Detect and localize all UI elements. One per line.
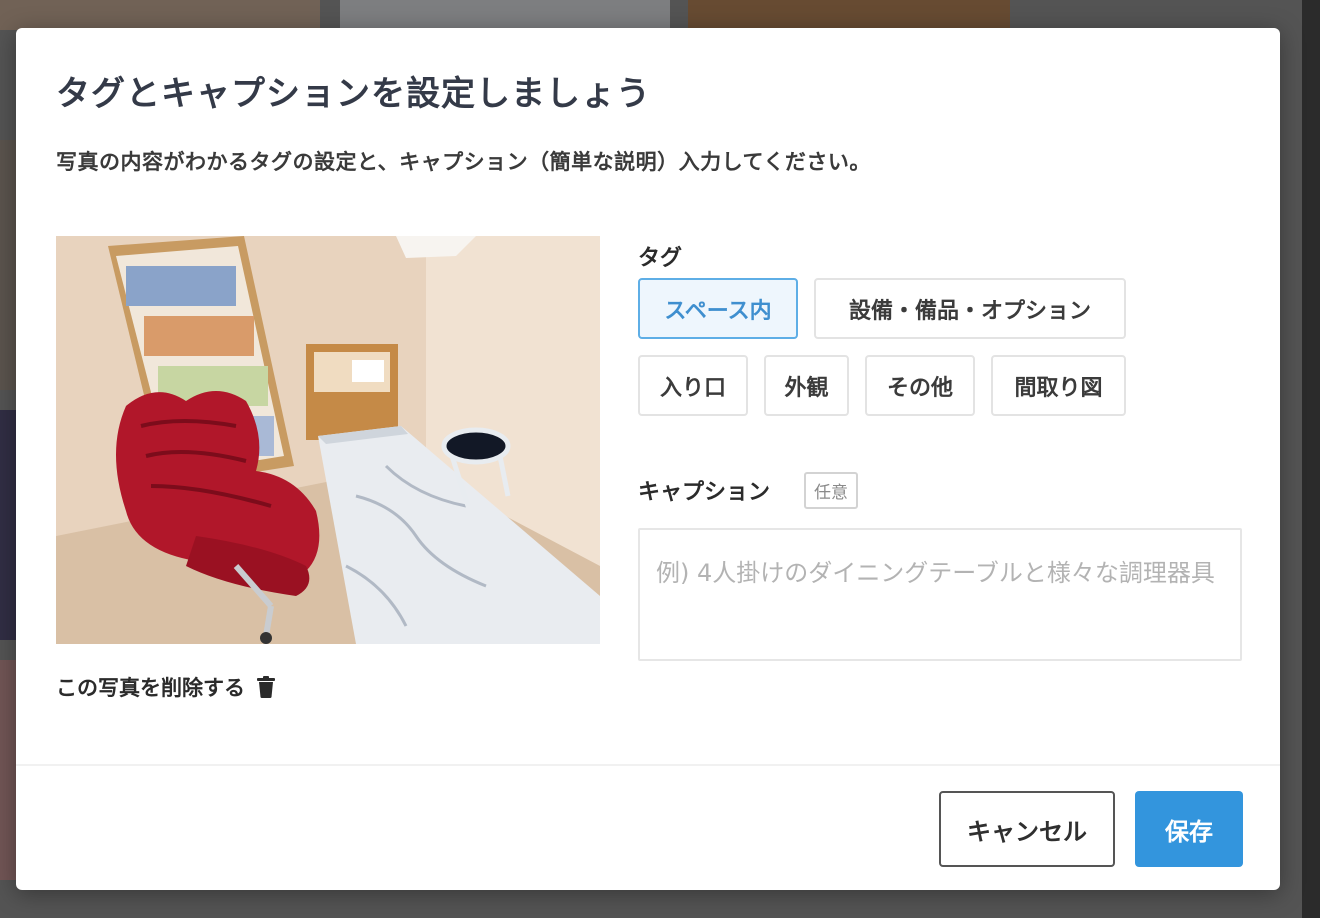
tag-row: スペース内 設備・備品・オプション — [638, 278, 1138, 339]
tag-group: スペース内 設備・備品・オプション 入り口 外観 その他 間取り図 — [638, 278, 1138, 432]
room-photo — [56, 236, 600, 644]
tag-caption-dialog: タグとキャプションを設定しましょう 写真の内容がわかるタグの設定と、キャプション… — [16, 28, 1280, 890]
room-photo-illustration — [56, 236, 600, 644]
tag-floor-plan[interactable]: 間取り図 — [991, 355, 1126, 416]
footer-divider — [16, 764, 1280, 766]
tag-inside-space[interactable]: スペース内 — [638, 278, 798, 339]
caption-input[interactable] — [638, 528, 1242, 661]
optional-badge: 任意 — [804, 472, 858, 509]
tag-row: 入り口 外観 その他 間取り図 — [638, 355, 1138, 416]
cancel-button[interactable]: キャンセル — [939, 791, 1115, 867]
tag-entrance[interactable]: 入り口 — [638, 355, 748, 416]
caption-section-label: キャプション — [638, 480, 771, 505]
tag-other[interactable]: その他 — [865, 355, 975, 416]
tag-equipment-options[interactable]: 設備・備品・オプション — [814, 278, 1126, 339]
save-button[interactable]: 保存 — [1135, 791, 1243, 867]
tag-section-label: タグ — [638, 246, 683, 271]
trash-icon — [257, 676, 275, 698]
dialog-title: タグとキャプションを設定しましょう — [56, 74, 651, 114]
delete-photo-label: この写真を削除する — [56, 676, 245, 700]
scrollbar-track[interactable] — [1302, 0, 1320, 918]
tag-exterior[interactable]: 外観 — [764, 355, 849, 416]
delete-photo-button[interactable]: この写真を削除する — [56, 672, 275, 702]
dialog-description: 写真の内容がわかるタグの設定と、キャプション（簡単な説明）入力してください。 — [56, 150, 871, 174]
